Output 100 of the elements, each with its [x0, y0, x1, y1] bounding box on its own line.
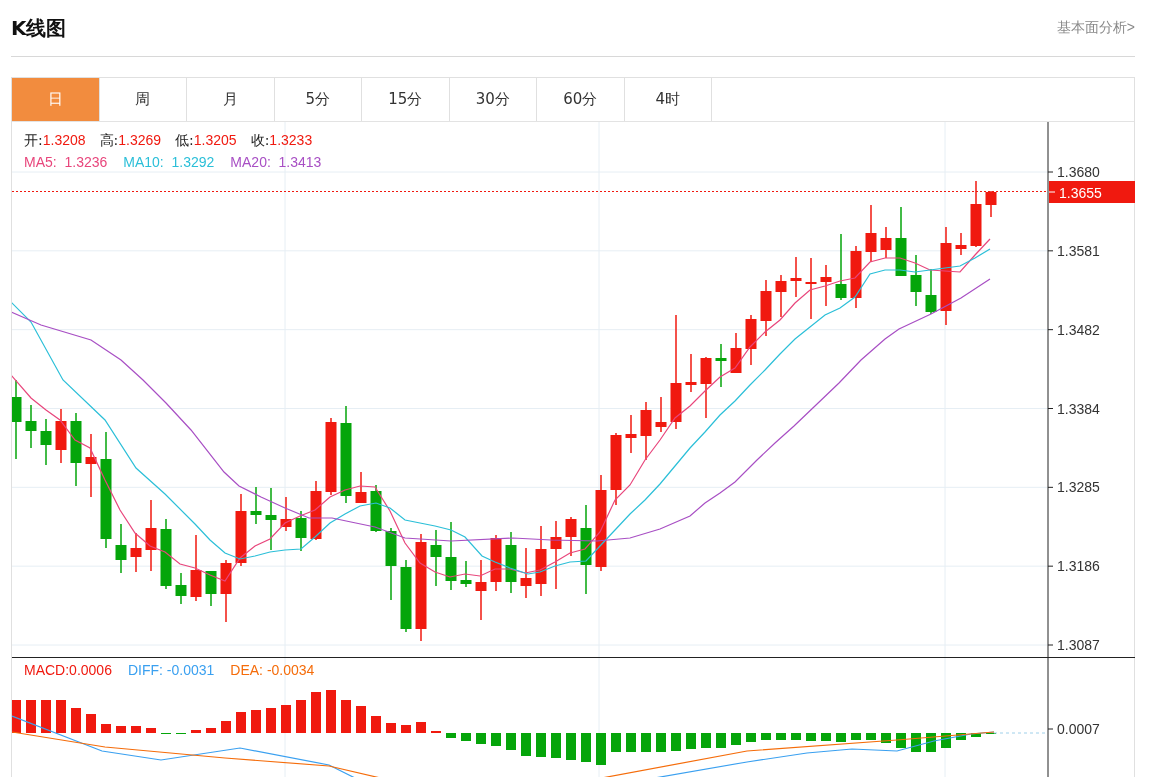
candlestick: [475, 559, 487, 621]
candlestick: [25, 404, 37, 449]
candlestick: [640, 401, 652, 461]
macd-bar: [716, 733, 726, 748]
macd-bar: [956, 733, 966, 740]
macd-bar: [86, 714, 96, 733]
macd-bar: [371, 716, 381, 733]
candlestick: [805, 257, 817, 320]
candlestick: [850, 245, 862, 309]
candlestick: [220, 559, 232, 623]
price-axis-label: 1.3285: [1057, 479, 1100, 496]
candlestick: [280, 496, 292, 532]
page-title: K线图: [11, 14, 67, 42]
candlestick: [790, 256, 802, 298]
macd-bar: [296, 700, 306, 733]
candlestick: [985, 190, 997, 218]
macd-bar: [401, 725, 411, 733]
macd-bar: [281, 705, 291, 733]
macd-bar: [386, 723, 396, 733]
macd-bar: [656, 733, 666, 752]
macd-bar: [611, 733, 621, 752]
price-axis-label: 1.3384: [1057, 400, 1100, 417]
macd-bar: [671, 733, 681, 751]
candlestick: [205, 570, 217, 607]
macd-bar: [731, 733, 741, 745]
candlestick: [835, 233, 847, 301]
macd-bar: [866, 733, 876, 740]
macd-bar: [191, 730, 201, 733]
ohlc-value: 1.3269: [118, 132, 162, 150]
candlestick: [130, 532, 142, 573]
macd-bar: [791, 733, 801, 740]
macd-bar: [341, 700, 351, 733]
candlestick: [430, 529, 442, 587]
macd-bar: [761, 733, 771, 740]
candlestick: [730, 332, 742, 374]
macd-bar: [26, 700, 36, 733]
macd-bar: [326, 690, 336, 733]
candlestick: [715, 343, 727, 388]
macd-bar: [896, 733, 906, 748]
macd-bar: [236, 712, 246, 733]
price-axis-label: 1.3581: [1057, 242, 1100, 259]
macd-bar: [461, 733, 471, 741]
candlestick: [295, 510, 307, 552]
candlestick: [910, 254, 922, 307]
candlestick: [655, 396, 667, 433]
candlestick: [85, 433, 97, 498]
macd-bar: [701, 733, 711, 748]
macd-bar: [551, 733, 561, 758]
candlestick: [955, 232, 967, 256]
ohlc-label: 开:: [24, 132, 43, 150]
macd-bar: [101, 724, 111, 733]
macd-bar: [416, 722, 426, 733]
candlestick: [490, 534, 502, 592]
candlestick: [310, 480, 322, 541]
candlestick: [265, 487, 277, 551]
macd-bar: [596, 733, 606, 765]
candlestick: [760, 279, 772, 337]
macd-legend: DIFF: -0.0031: [127, 662, 215, 678]
macd-axis-label: 0.0007: [1057, 721, 1100, 737]
candlestick: [565, 516, 577, 557]
ohlc-value: 1.3205: [193, 132, 237, 150]
macd-bar: [71, 708, 81, 733]
candlestick: [355, 471, 367, 504]
macd-bar: [686, 733, 696, 749]
macd-legend: DEA: -0.0034: [230, 662, 315, 678]
macd-bar: [446, 733, 456, 738]
candlestick: [115, 523, 127, 574]
candlestick: [505, 531, 517, 594]
candlestick: [370, 484, 382, 533]
macd-bar: [911, 733, 921, 752]
macd-bar: [806, 733, 816, 741]
macd-bar: [491, 733, 501, 746]
macd-bar: [821, 733, 831, 741]
ohlc-value: 1.3233: [269, 132, 313, 150]
macd-bar: [566, 733, 576, 760]
ohlc-label: 收:: [250, 132, 270, 150]
fundamental-analysis-link[interactable]: 基本面分析>: [1056, 19, 1135, 37]
macd-bar: [356, 706, 366, 733]
price-axis-label: 1.3087: [1057, 637, 1100, 653]
candlestick: [190, 534, 202, 602]
ohlc-label: 低:: [175, 132, 194, 150]
macd-bar: [476, 733, 486, 744]
macd-bar: [881, 733, 891, 743]
candlestick: [685, 353, 697, 393]
candlestick: [925, 268, 937, 315]
macd-bar: [926, 733, 936, 752]
macd-bar: [12, 700, 21, 733]
candlestick: [895, 206, 907, 277]
macd-bar: [581, 733, 591, 762]
candlestick: [445, 521, 457, 591]
candlestick: [700, 356, 712, 419]
ohlc-label: 高:: [99, 132, 119, 150]
macd-legend: MACD:0.0006: [24, 662, 112, 678]
candlestick: [865, 204, 877, 263]
macd-bar: [56, 700, 66, 733]
macd-bar: [521, 733, 531, 756]
candlestick: [160, 518, 172, 590]
macd-bar: [206, 728, 216, 733]
candlestick: [250, 486, 262, 525]
macd-bar: [251, 710, 261, 733]
